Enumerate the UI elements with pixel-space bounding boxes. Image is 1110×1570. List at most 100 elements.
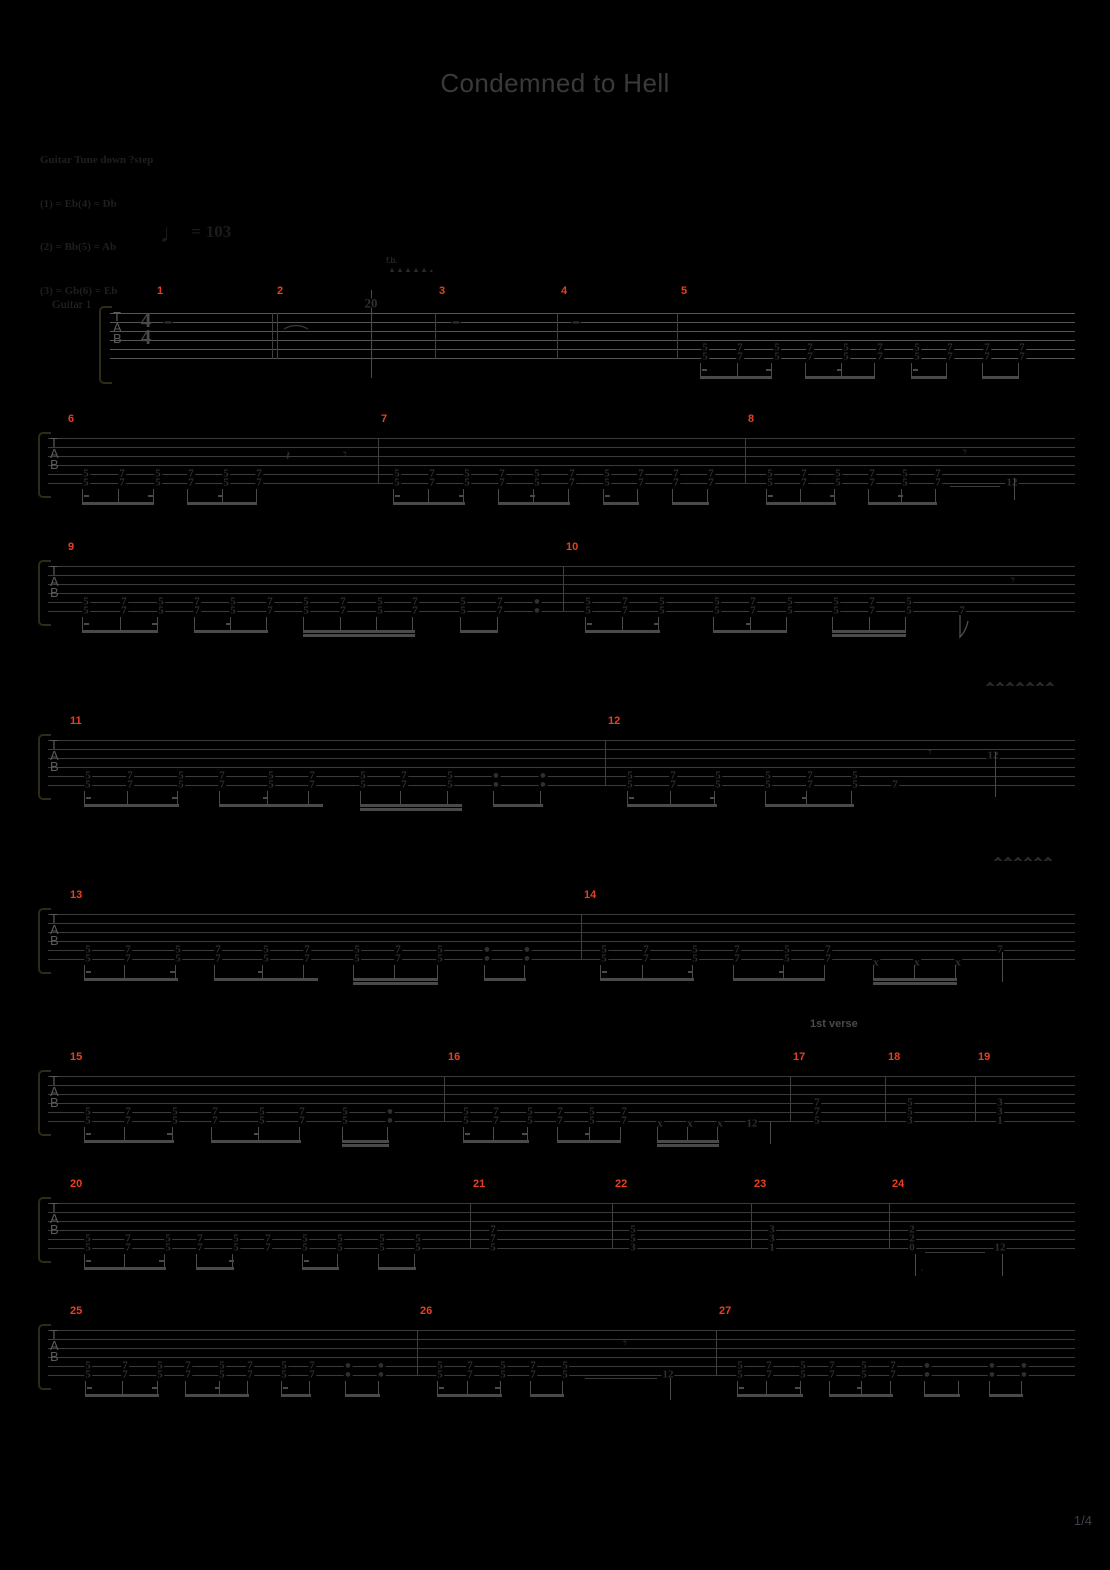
fret-number: 1 — [768, 1241, 776, 1254]
barline — [470, 1203, 471, 1249]
fret-number: 7 — [264, 1241, 272, 1254]
fret-number: 7 — [621, 604, 629, 617]
fret-number: 7 — [868, 476, 876, 489]
note-flag-icon — [959, 615, 969, 639]
vibrato-marking — [389, 267, 433, 272]
measure-number: 16 — [448, 1051, 461, 1063]
fret-number: 7 — [193, 604, 201, 617]
measure-number: 6 — [68, 413, 75, 425]
tuning-line-2: (2) = Bb(5) = Ab — [40, 241, 117, 253]
section-label-1st-verse: 1st verse — [810, 1018, 858, 1030]
fret-number: 5 — [584, 604, 592, 617]
fret-number: 5 — [905, 604, 913, 617]
fret-number: 5 — [222, 476, 230, 489]
fret-number: 7 — [466, 1368, 474, 1381]
fret-number: 12 — [661, 1368, 675, 1381]
barline — [885, 1076, 886, 1122]
fret-number: 5 — [851, 778, 859, 791]
fret-number: 5 — [353, 952, 361, 965]
fret-number: 7 — [411, 604, 419, 617]
fret-number: 5 — [691, 952, 699, 965]
fret-number: 7 — [736, 350, 744, 363]
fret-number: 7 — [255, 476, 263, 489]
vibrato-marking — [985, 681, 1055, 686]
fret-number: 7 — [246, 1368, 254, 1381]
measure-number: 24 — [892, 1178, 905, 1190]
fret-number: 7 — [184, 1368, 192, 1381]
fret-number: 5 — [301, 1241, 309, 1254]
fret-number: 7 — [266, 604, 274, 617]
fret-number: 7 — [492, 1114, 500, 1127]
fret-number: 5 — [341, 1114, 349, 1127]
note-mark: ▬ — [571, 317, 581, 327]
fret-number: 5 — [446, 778, 454, 791]
barline — [751, 1203, 752, 1249]
fret-number: 5 — [459, 604, 467, 617]
fret-number: 5 — [232, 1241, 240, 1254]
measure-number: 25 — [70, 1305, 83, 1317]
fret-number: ● — [491, 778, 501, 791]
fret-number: 7 — [298, 1114, 306, 1127]
fret-number: 5 — [171, 1114, 179, 1127]
fret-number: 7 — [642, 952, 650, 965]
measure-number: 23 — [754, 1178, 767, 1190]
fret-number: 7 — [126, 778, 134, 791]
fret-number: 5 — [376, 604, 384, 617]
fret-number: 5 — [913, 350, 921, 363]
fret-number: 7 — [889, 1368, 897, 1381]
fret-number: 12 — [993, 1241, 1007, 1254]
dot-mark: · — [919, 1265, 925, 1275]
measure-number: 22 — [615, 1178, 628, 1190]
fret-number: 5 — [626, 778, 634, 791]
measure-number: 15 — [70, 1051, 83, 1063]
fret-number: 5 — [157, 604, 165, 617]
tab-clef: T A B — [50, 435, 59, 472]
fret-number: 5 — [658, 604, 666, 617]
measure-number: 4 — [561, 285, 568, 297]
barline — [745, 438, 746, 484]
tab-clef: T A B — [50, 563, 59, 600]
fret-number: 7 — [187, 476, 195, 489]
fret-number: 12 — [1005, 476, 1019, 489]
fret-number: 5 — [280, 1368, 288, 1381]
tab-staff — [48, 740, 1075, 786]
page-indicator: 1/4 — [1073, 1513, 1092, 1528]
fret-number: 5 — [600, 952, 608, 965]
fret-number: 7 — [824, 952, 832, 965]
tie-arc — [283, 324, 309, 330]
fret-number: 5 — [267, 778, 275, 791]
fret-number: 7 — [669, 778, 677, 791]
fret-number: 5 — [499, 1368, 507, 1381]
fret-number: 7 — [218, 778, 226, 791]
fret-number: 7 — [124, 1241, 132, 1254]
fret-number: 7 — [118, 476, 126, 489]
fret-number: 7 — [124, 1114, 132, 1127]
barline — [581, 914, 582, 960]
fret-number: 5 — [156, 1368, 164, 1381]
fret-number: 7 — [946, 350, 954, 363]
time-signature: 4 4 — [140, 308, 152, 349]
fret-number: 7 — [1018, 350, 1026, 363]
tab-clef: T A B — [50, 737, 59, 774]
fret-number: 7 — [707, 476, 715, 489]
fret-number: 5 — [218, 1368, 226, 1381]
fret-number: 5 — [783, 952, 791, 965]
tab-clef: T A B — [50, 1073, 59, 1110]
barline — [716, 1330, 717, 1376]
barline — [677, 313, 678, 359]
tab-clef: T A B — [113, 309, 122, 346]
fret-number: 5 — [773, 350, 781, 363]
fret-number: 5 — [393, 476, 401, 489]
fret-number: 7 — [672, 476, 680, 489]
fret-number: 7 — [308, 1368, 316, 1381]
tab-clef: T A B — [50, 1327, 59, 1364]
fret-number: ● — [987, 1368, 997, 1381]
fret-number: 20 — [363, 295, 379, 311]
fret-number: 5 — [84, 952, 92, 965]
fret-number: 5 — [84, 1368, 92, 1381]
fret-number: 5 — [84, 1241, 92, 1254]
rest-symbol: 𝄾 — [963, 445, 967, 461]
fret-number: 5 — [714, 778, 722, 791]
barline — [435, 313, 436, 359]
fret-number: 5 — [813, 1114, 821, 1127]
